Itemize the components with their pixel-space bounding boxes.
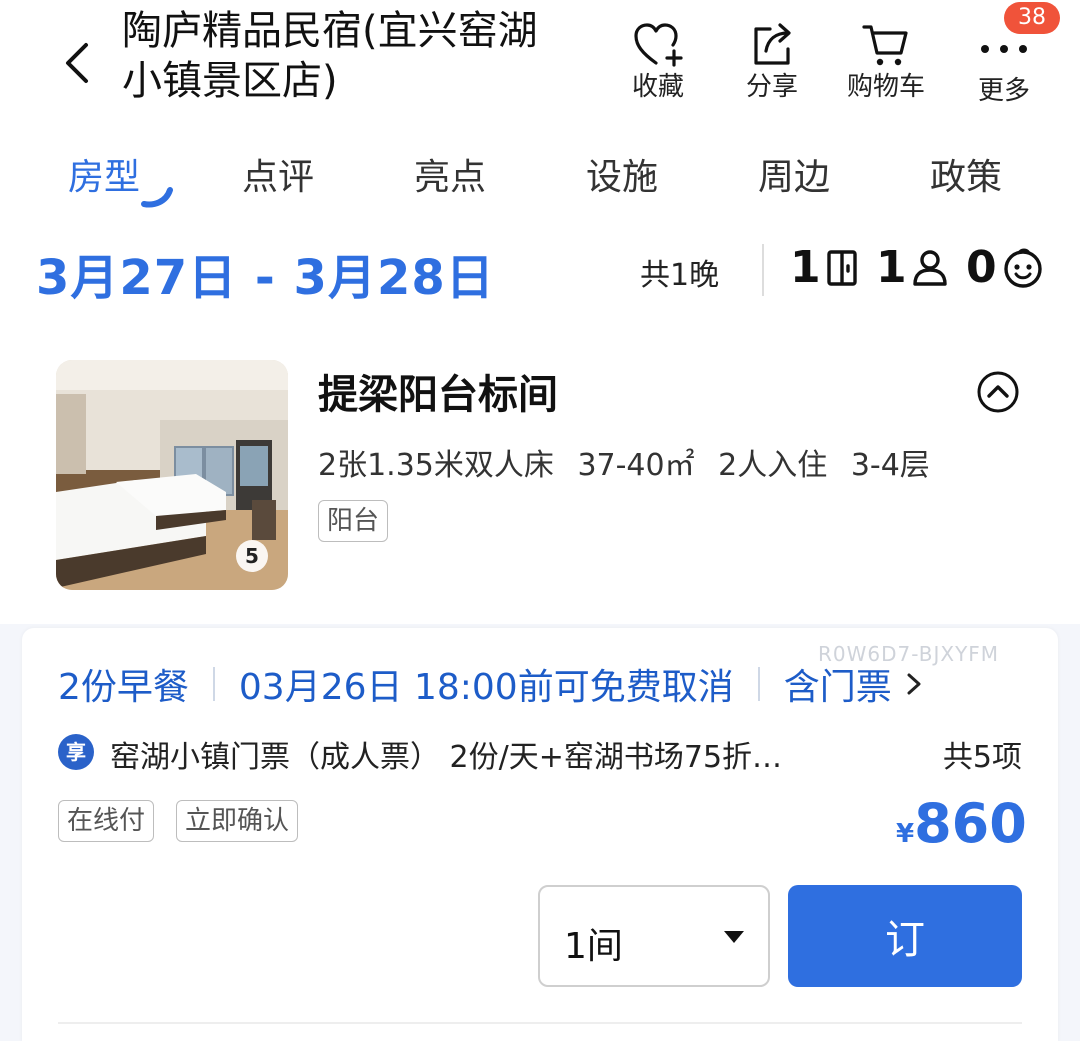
enjoy-badge: 享	[58, 734, 94, 770]
payment-tag: 在线付	[58, 800, 155, 842]
area-info: 37-40㎡	[577, 448, 695, 483]
back-arrow-icon	[66, 43, 88, 83]
hotel-detail-page: 陶庐精品民宿(宜兴窑湖 小镇景区店) 收藏 分享 购物车 更多 38 房型 点评…	[0, 0, 1080, 1041]
quantity-select[interactable]: 1间	[538, 885, 770, 987]
adult-count-selector[interactable]: 1	[876, 242, 949, 293]
child-face-icon	[1003, 248, 1042, 288]
more-button[interactable]: 更多	[954, 22, 1054, 106]
heart-plus-icon	[634, 23, 683, 67]
chevron-right-icon	[907, 673, 921, 695]
favorite-button[interactable]: 收藏	[608, 18, 708, 102]
nights-count: 共1晚	[640, 258, 720, 293]
stay-dates[interactable]: 3月27日 - 3月28日	[36, 238, 495, 308]
tab-policies[interactable]: 政策	[930, 148, 1002, 200]
divider	[757, 667, 760, 701]
confirm-tag: 立即确认	[176, 800, 299, 842]
tab-surroundings[interactable]: 周边	[758, 148, 830, 200]
divider	[212, 667, 215, 701]
tab-active-indicator-icon	[141, 187, 173, 208]
package-description: 窑湖小镇门票（成人票） 2份/天+窑湖书场75折…	[110, 740, 783, 775]
floor-info: 3-4层	[850, 448, 930, 483]
room-specs: 2张1.35米双人床 37-40㎡ 2人入住 3-4层	[318, 440, 944, 484]
more-icon	[981, 45, 1027, 53]
room-count-selector[interactable]: 1	[790, 242, 859, 293]
book-button[interactable]: 订	[788, 885, 1022, 987]
date-bar: 3月27日 - 3月28日 共1晚 1 1 0	[0, 230, 1080, 310]
tab-bar: 房型 点评 亮点 设施 周边 政策	[0, 140, 1080, 212]
ticket-info: 含门票	[783, 667, 892, 708]
title-line-1: 陶庐精品民宿(宜兴窑湖	[122, 8, 538, 54]
caret-down-icon	[724, 931, 744, 943]
package-row[interactable]: 享 窑湖小镇门票（成人票） 2份/天+窑湖书场75折… 共5项	[58, 730, 1022, 775]
tab-facilities[interactable]: 设施	[586, 148, 658, 200]
cart-icon	[862, 25, 908, 66]
room-count: 1	[790, 242, 821, 293]
divider	[762, 244, 764, 296]
share-label: 分享	[745, 72, 798, 102]
room-feature-tag: 阳台	[318, 500, 389, 542]
page-title: 陶庐精品民宿(宜兴窑湖 小镇景区店)	[122, 6, 602, 106]
price: ¥860	[896, 792, 1027, 855]
notification-badge: 38	[1004, 2, 1060, 34]
favorite-label: 收藏	[631, 72, 684, 102]
person-icon	[912, 249, 947, 286]
title-line-2: 小镇景区店)	[122, 58, 338, 104]
chevron-up-circle-icon	[977, 371, 1019, 413]
tab-room-types[interactable]: 房型	[68, 148, 140, 200]
child-count: 0	[966, 242, 997, 293]
rate-perks[interactable]: 2份早餐 03月26日 18:00前可免费取消 含门票	[58, 658, 926, 710]
breakfast-info: 2份早餐	[58, 667, 189, 708]
room-name: 提梁阳台标间	[318, 372, 558, 418]
divider	[58, 1022, 1022, 1024]
share-button[interactable]: 分享	[722, 18, 822, 102]
price-value: 860	[914, 792, 1027, 855]
collapse-button[interactable]	[976, 370, 1020, 414]
bed-info: 2张1.35米双人床	[318, 448, 554, 483]
room-photo[interactable]: 5	[56, 360, 288, 590]
quantity-value: 1间	[564, 926, 623, 967]
cart-button[interactable]: 购物车	[836, 18, 936, 102]
share-icon	[754, 23, 791, 65]
header: 陶庐精品民宿(宜兴窑湖 小镇景区店) 收藏 分享 购物车 更多 38	[0, 0, 1080, 120]
cancellation-info: 03月26日 18:00前可免费取消	[238, 667, 734, 708]
adult-count: 1	[876, 242, 907, 293]
tab-reviews[interactable]: 点评	[242, 148, 314, 200]
child-count-selector[interactable]: 0	[966, 242, 1045, 293]
occupancy-info: 2人入住	[718, 448, 828, 483]
room-card: 5 提梁阳台标间 2张1.35米双人床 37-40㎡ 2人入住 3-4层 阳台	[0, 340, 1080, 620]
cart-label: 购物车	[846, 72, 925, 102]
photo-count-badge: 5	[236, 540, 268, 572]
more-label: 更多	[977, 76, 1030, 106]
back-button[interactable]	[52, 28, 102, 98]
package-total: 共5项	[942, 740, 1022, 775]
door-icon	[826, 249, 857, 286]
currency-symbol: ¥	[896, 819, 915, 849]
tab-highlights[interactable]: 亮点	[414, 148, 486, 200]
